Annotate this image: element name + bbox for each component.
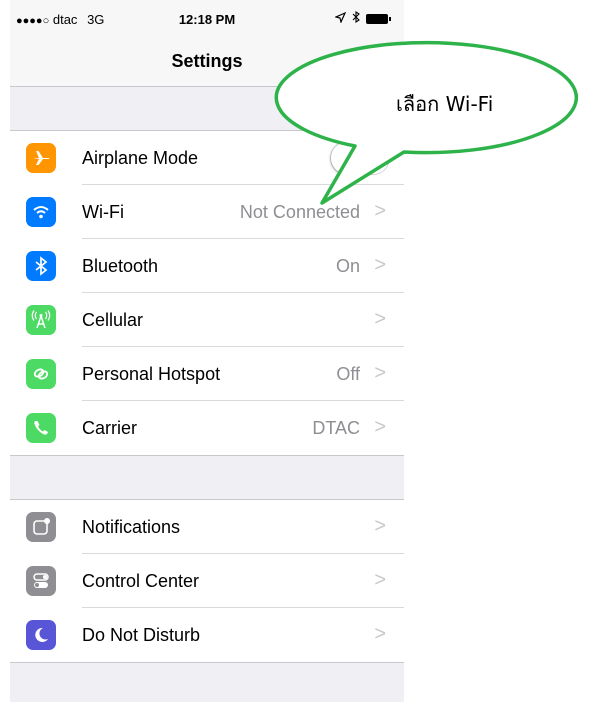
settings-row-control-center[interactable]: Control Center >	[10, 554, 404, 608]
settings-row-label: Do Not Disturb	[82, 625, 201, 645]
moon-icon	[26, 620, 56, 650]
settings-row-wifi[interactable]: Wi-Fi Not Connected >	[10, 185, 404, 239]
settings-row-carrier[interactable]: Carrier DTAC >	[10, 401, 404, 455]
settings-row-bluetooth[interactable]: Bluetooth On >	[10, 239, 404, 293]
settings-row-label: Control Center	[82, 571, 200, 591]
settings-row-label: Cellular	[82, 310, 144, 330]
location-icon	[334, 11, 347, 26]
carrier-value: DTAC	[312, 418, 360, 438]
notifications-icon	[26, 512, 56, 542]
airplane-mode-toggle[interactable]	[330, 141, 390, 175]
status-right-icons	[334, 10, 391, 26]
settings-row-cellular[interactable]: Cellular >	[10, 293, 404, 347]
settings-row-label: Carrier	[82, 418, 138, 438]
bluetooth-icon	[26, 251, 56, 281]
phone-screen: ●●●●○ dtac 3G 12:18 PM Settings Airplane…	[10, 0, 404, 702]
chevron-right-icon: >	[374, 569, 386, 591]
phone-icon	[26, 413, 56, 443]
settings-row-label: Notifications	[82, 517, 181, 537]
page-title: Settings	[171, 51, 243, 71]
chevron-right-icon: >	[374, 416, 386, 438]
chevron-right-icon: >	[374, 254, 386, 276]
hotspot-icon	[26, 359, 56, 389]
chevron-right-icon: >	[374, 200, 386, 222]
settings-row-label: Bluetooth	[82, 256, 159, 276]
airplane-icon	[26, 143, 56, 173]
navigation-bar: Settings	[10, 40, 404, 87]
settings-row-label: Airplane Mode	[82, 148, 199, 168]
cellular-icon	[26, 305, 56, 335]
chevron-right-icon: >	[374, 515, 386, 537]
toggle-knob	[331, 142, 363, 174]
settings-group-system: Notifications > Control Center > Do Not …	[10, 499, 404, 663]
settings-row-do-not-disturb[interactable]: Do Not Disturb >	[10, 608, 404, 662]
chevron-right-icon: >	[374, 362, 386, 384]
settings-row-label: Wi-Fi	[82, 202, 124, 222]
wifi-status-value: Not Connected	[239, 202, 360, 222]
control-center-icon	[26, 566, 56, 596]
battery-icon	[366, 13, 391, 24]
settings-row-label: Personal Hotspot	[82, 364, 221, 384]
chevron-right-icon: >	[374, 623, 386, 645]
hotspot-status-value: Off	[336, 364, 360, 384]
settings-row-airplane-mode[interactable]: Airplane Mode	[10, 131, 404, 185]
wifi-icon	[26, 197, 56, 227]
settings-row-personal-hotspot[interactable]: Personal Hotspot Off >	[10, 347, 404, 401]
settings-group-connectivity: Airplane Mode Wi-Fi Not Connected > Blue…	[10, 130, 404, 456]
chevron-right-icon: >	[374, 308, 386, 330]
bluetooth-status-value: On	[335, 256, 360, 276]
bluetooth-status-icon	[352, 10, 360, 26]
status-bar: ●●●●○ dtac 3G 12:18 PM	[10, 0, 404, 40]
settings-row-notifications[interactable]: Notifications >	[10, 500, 404, 554]
callout-text: เลือก Wi-Fi	[396, 92, 494, 116]
